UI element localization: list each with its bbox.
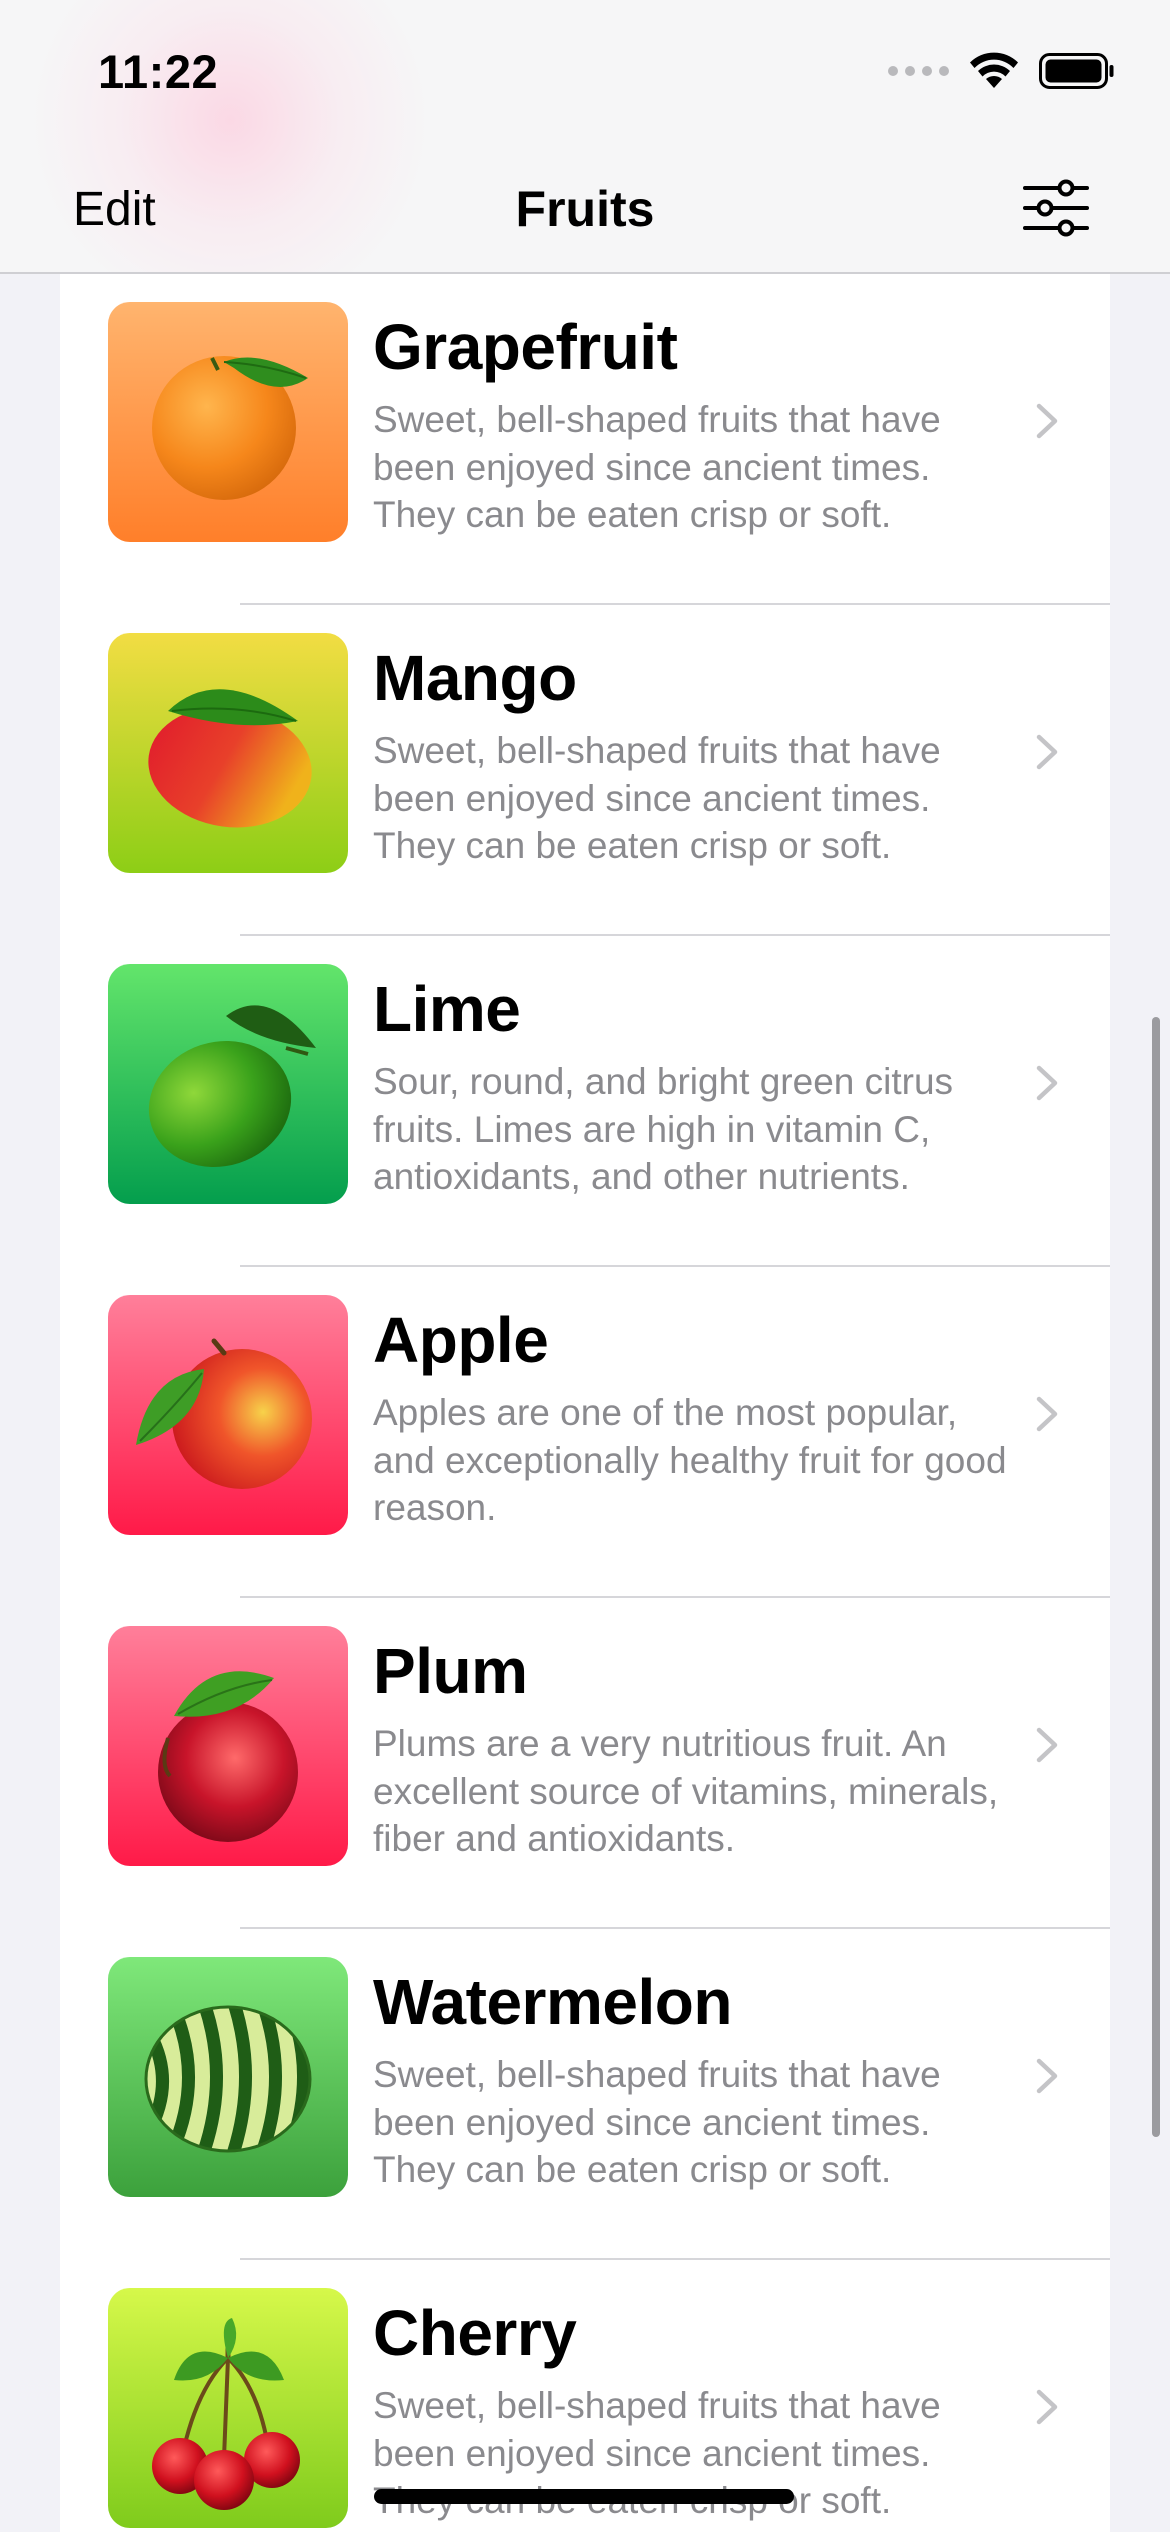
chevron-right-icon <box>1036 2058 1058 2094</box>
fruit-name: Apple <box>373 1304 549 1376</box>
sliders-icon[interactable] <box>1022 178 1090 238</box>
fruit-description: Sweet, bell-shaped fruits that have been… <box>373 2054 941 2190</box>
fruit-description: Sweet, bell-shaped fruits that have been… <box>373 730 941 866</box>
list-item-grapefruit[interactable]: Grapefruit Sweet, bell-shaped fruits tha… <box>60 274 1110 605</box>
fruit-name: Plum <box>373 1635 528 1707</box>
lime-thumbnail <box>108 964 348 1204</box>
list-item-lime[interactable]: Lime Sour, round, and bright green citru… <box>60 936 1110 1267</box>
fruit-name: Watermelon <box>373 1966 732 2038</box>
cellular-signal-icon <box>888 66 949 76</box>
mango-image <box>108 633 348 873</box>
fruit-list: Grapefruit Sweet, bell-shaped fruits tha… <box>60 274 1110 2532</box>
fruit-description: Apples are one of the most popular, and … <box>373 1392 1007 1528</box>
cherry-thumbnail <box>108 2288 348 2528</box>
chevron-right-icon <box>1036 1396 1058 1432</box>
fruit-name: Lime <box>373 973 521 1045</box>
mango-thumbnail <box>108 633 348 873</box>
status-indicators <box>888 52 1115 90</box>
chevron-right-icon <box>1036 734 1058 770</box>
navigation-bar: 11:22 Edit Fruits <box>0 0 1170 274</box>
plum-thumbnail <box>108 1626 348 1866</box>
fruit-name: Mango <box>373 642 577 714</box>
list-item-apple[interactable]: Apple Apples are one of the most popular… <box>60 1267 1110 1598</box>
fruit-description: Plums are a very nutritious fruit. An ex… <box>373 1723 999 1859</box>
battery-icon <box>1039 53 1114 89</box>
chevron-right-icon <box>1036 1727 1058 1763</box>
wifi-icon <box>970 52 1018 88</box>
chevron-right-icon <box>1036 403 1058 439</box>
page-title: Fruits <box>515 181 655 237</box>
status-time: 11:22 <box>98 45 219 98</box>
fruit-name: Cherry <box>373 2297 577 2369</box>
chevron-right-icon <box>1036 1065 1058 1101</box>
apple-image <box>108 1295 348 1535</box>
list-item-watermelon[interactable]: Watermelon Sweet, bell-shaped fruits tha… <box>60 1929 1110 2260</box>
grapefruit-image <box>108 302 348 542</box>
cherry-image <box>108 2288 348 2528</box>
plum-image <box>108 1626 348 1866</box>
apple-thumbnail <box>108 1295 348 1535</box>
lime-image <box>108 964 348 1204</box>
home-indicator[interactable] <box>374 2489 794 2504</box>
fruit-description: Sour, round, and bright green citrus fru… <box>373 1061 954 1197</box>
watermelon-image <box>108 1957 348 2197</box>
watermelon-thumbnail <box>108 1957 348 2197</box>
fruit-description: Sweet, bell-shaped fruits that have been… <box>373 399 941 535</box>
fruit-name: Grapefruit <box>373 311 678 383</box>
chevron-right-icon <box>1036 2389 1058 2425</box>
list-item-mango[interactable]: Mango Sweet, bell-shaped fruits that hav… <box>60 605 1110 936</box>
list-item-plum[interactable]: Plum Plums are a very nutritious fruit. … <box>60 1598 1110 1929</box>
scroll-indicator[interactable] <box>1152 1017 1160 2137</box>
grapefruit-thumbnail <box>108 302 348 542</box>
